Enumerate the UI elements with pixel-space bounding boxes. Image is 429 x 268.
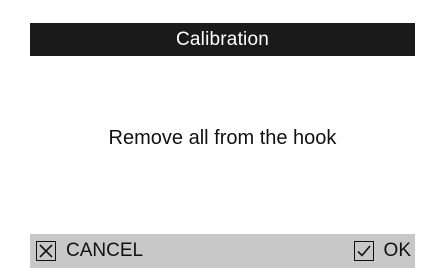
calibration-screen: Calibration Remove all from the hook CAN… bbox=[0, 0, 429, 268]
instruction-message: Remove all from the hook bbox=[30, 122, 415, 154]
cancel-button[interactable]: CANCEL bbox=[36, 234, 143, 268]
ok-label: OK bbox=[383, 240, 411, 261]
action-bar: CANCEL OK bbox=[30, 234, 415, 268]
ok-button[interactable]: OK bbox=[353, 234, 411, 268]
close-box-icon bbox=[36, 241, 56, 261]
cancel-label: CANCEL bbox=[66, 240, 144, 261]
title-bar: Calibration bbox=[30, 23, 415, 56]
dialog-title: Calibration bbox=[175, 28, 270, 50]
message-text: Remove all from the hook bbox=[108, 126, 337, 149]
checkmark-box-icon bbox=[353, 241, 374, 261]
